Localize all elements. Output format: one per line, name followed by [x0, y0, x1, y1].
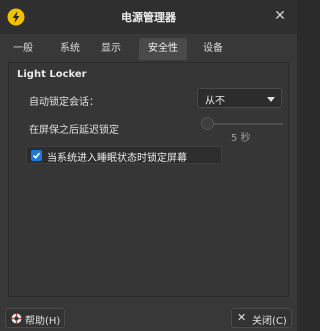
help-icon	[11, 313, 22, 324]
sleep-lock-checkbox[interactable]	[31, 150, 42, 161]
sleep-lock-option[interactable]: 当系统进入睡眠状态时锁定屏幕	[26, 146, 222, 164]
checkmark-icon	[32, 152, 41, 159]
tab-display[interactable]: 显示	[97, 38, 125, 60]
security-panel: Light Locker 自动锁定会话： 从不 在屏保之后延迟锁定 5 秒 当系…	[8, 62, 289, 297]
help-button-label: 帮助(H)	[25, 316, 61, 327]
window-title: 电源管理器	[121, 11, 176, 24]
delay-value: 5 秒	[231, 133, 251, 144]
auto-lock-label: 自动锁定会话：	[29, 97, 99, 108]
power-manager-window: 电源管理器 ✕ 一般 系统 显示 安全性 设备 Light Locker 自动锁…	[0, 0, 297, 331]
tab-devices[interactable]: 设备	[199, 38, 227, 60]
help-button[interactable]: 帮助(H)	[5, 308, 65, 328]
close-button[interactable]: ✕ 关闭(C)	[231, 308, 292, 328]
delay-slider-handle[interactable]	[201, 117, 214, 130]
delay-label: 在屏保之后延迟锁定	[29, 125, 119, 136]
tab-bar: 一般 系统 显示 安全性 设备	[9, 38, 288, 60]
close-icon: ✕	[237, 311, 247, 324]
dropdown-arrow-icon	[267, 97, 275, 102]
close-window-icon[interactable]: ✕	[271, 7, 289, 25]
close-button-label: 关闭(C)	[252, 316, 287, 327]
tab-system[interactable]: 系统	[56, 38, 84, 60]
section-title: Light Locker	[17, 69, 87, 80]
delay-slider-track[interactable]	[207, 123, 283, 125]
auto-lock-dropdown[interactable]: 从不	[197, 88, 282, 108]
auto-lock-value: 从不	[205, 96, 225, 107]
sleep-lock-label: 当系统进入睡眠状态时锁定屏幕	[47, 153, 187, 164]
tab-general[interactable]: 一般	[9, 38, 37, 60]
title-bar[interactable]: 电源管理器 ✕	[0, 0, 297, 34]
tab-security[interactable]: 安全性	[139, 38, 187, 60]
